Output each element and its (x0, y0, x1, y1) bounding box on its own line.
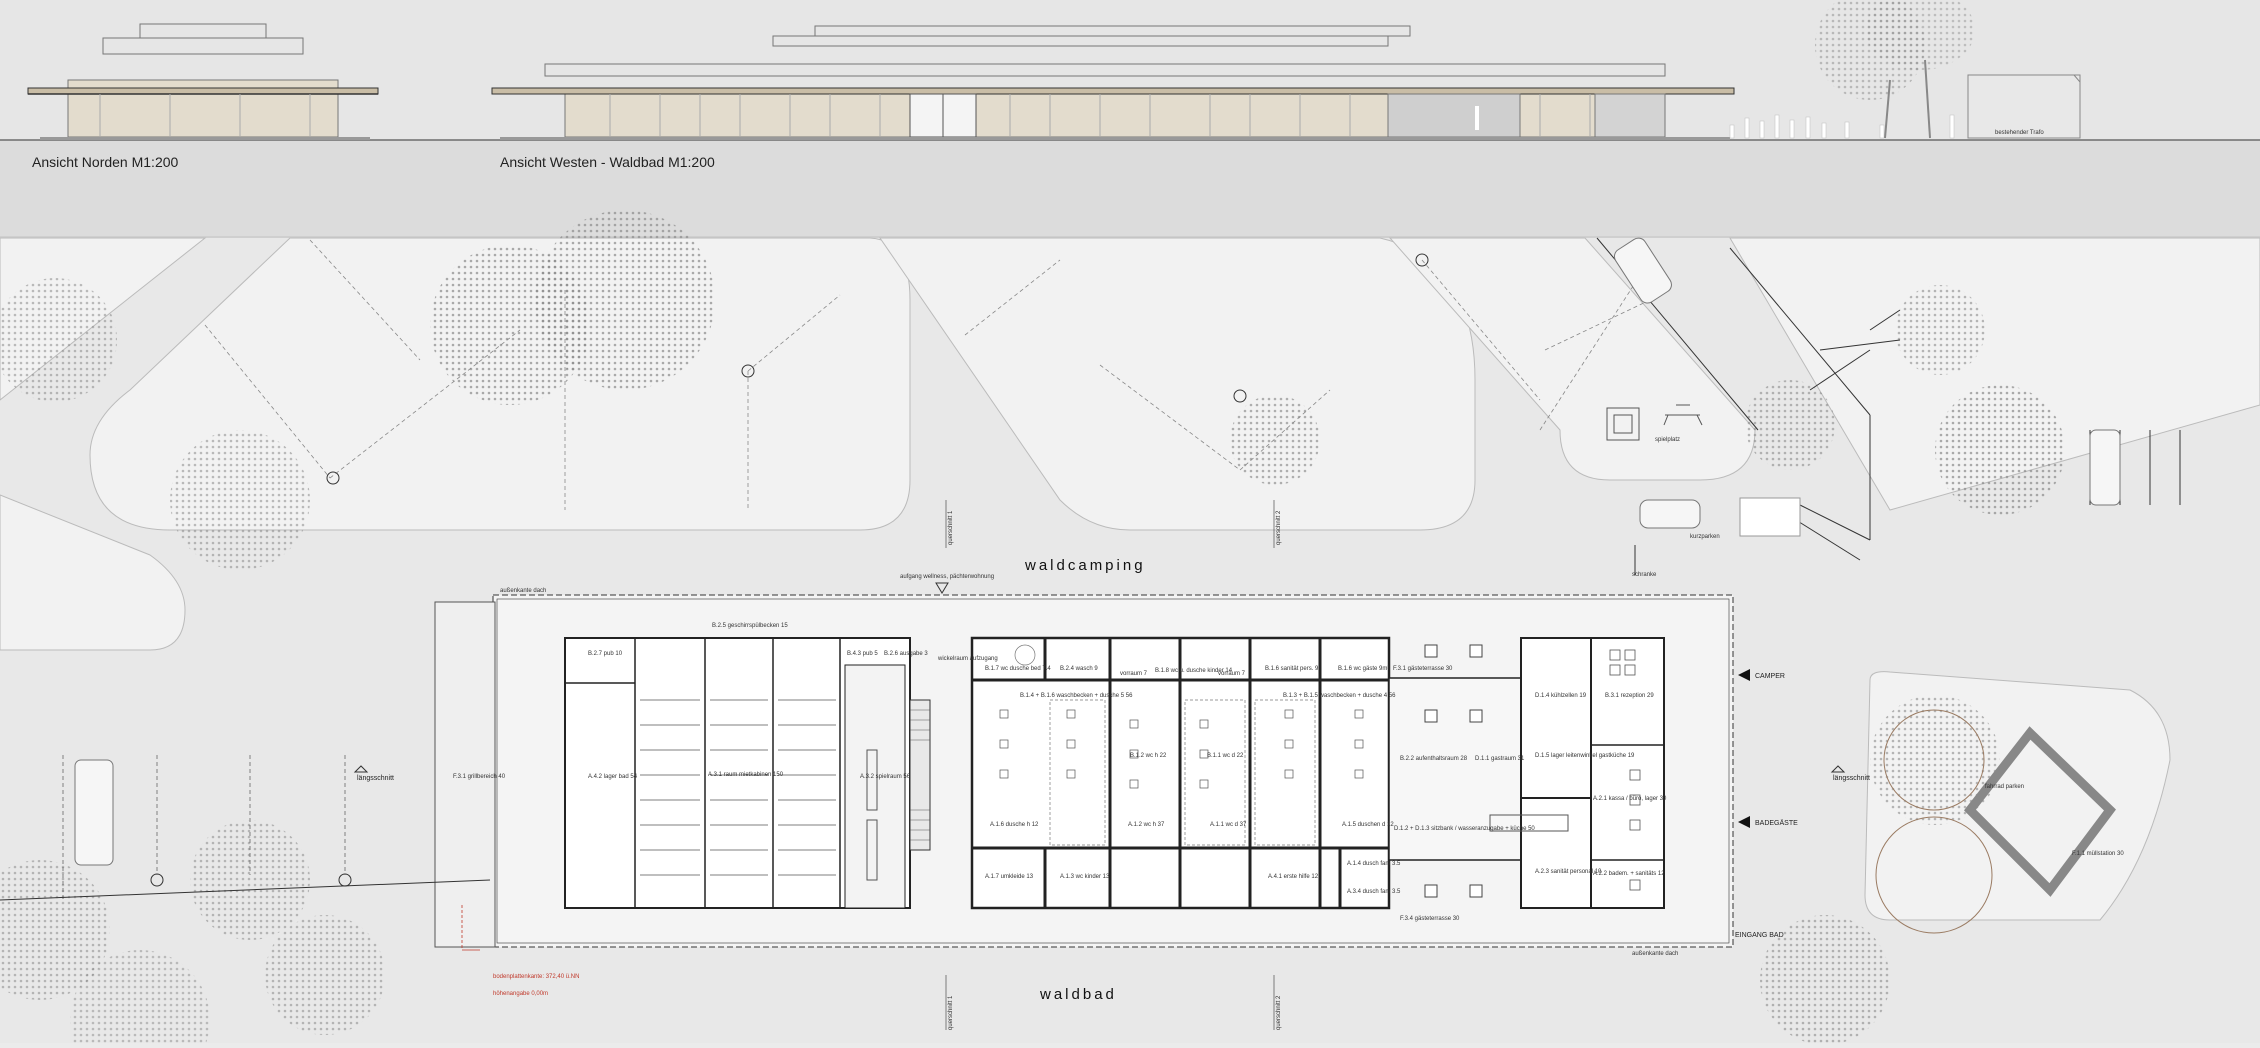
room-a34: A.3.4 dusch fam 3.5 (1347, 889, 1401, 895)
site-plan-sheet: bestehender Trafo Ansicht Norden M1:200 … (0, 0, 2260, 1048)
room-vorraum2: vorraum 7 (1218, 671, 1246, 677)
elevation-strip: bestehender Trafo Ansicht Norden M1:200 … (0, 0, 2260, 238)
room-a14: A.1.4 dusch fam 3.5 (1347, 861, 1401, 867)
room-a21: A.2.1 kassa / büro, lager 30 (1593, 796, 1667, 802)
aussenkante-top-label: außenkante dach (500, 588, 546, 594)
room-a42: A.4.2 lager bad 54 (588, 774, 638, 780)
north-elevation-title: Ansicht Norden M1:200 (32, 154, 179, 170)
room-a22: A.2.2 badem. + sanitäts 12 (1593, 871, 1665, 877)
trafo-label: bestehender Trafo (1995, 130, 2044, 136)
sanitary-block (970, 636, 1391, 910)
room-d15: D.1.5 lager leitenwinkel gastküche 19 (1535, 753, 1635, 759)
room-b22: B.2.2 aufenthaltsraum 28 (1400, 756, 1468, 762)
querschnitt2-top-label: querschnitt 2 (1276, 510, 1282, 545)
room-b43: B.4.3 pub 5 (847, 651, 878, 657)
schranke-label: schranke (1632, 572, 1657, 578)
drawing-canvas: bestehender Trafo Ansicht Norden M1:200 … (0, 0, 2260, 1048)
room-a15: A.1.5 duschen d 12 (1342, 822, 1394, 828)
waste-station-label: F.1.1 müllstation 30 (2072, 851, 2124, 857)
camper-label: CAMPER (1755, 673, 1785, 680)
room-b25: B.2.5 geschirrspülbecken 15 (712, 623, 788, 629)
room-b27: B.2.7 pub 10 (588, 651, 623, 657)
room-a13: A.1.3 wc kinder 13 (1060, 874, 1110, 880)
room-d12: D.1.2 + D.1.3 sitzbank / wasseranzugabe … (1394, 826, 1535, 832)
building-plan: B.2.7 pub 10 B.2.5 geschirrspülbecken 15… (434, 594, 1734, 948)
room-b16: B.1.6 sanität pers. 9 (1265, 666, 1319, 672)
room-a32: A.3.2 spielraum 56 (860, 774, 911, 780)
room-a31: A.3.1 raum mietkabinen 150 (708, 772, 784, 778)
room-b15: B.1.6 wc gäste 9m² (1338, 666, 1389, 672)
room-b14: B.1.4 + B.1.6 waschbecken + dusche 5 56 (1020, 693, 1133, 699)
room-b26: B.2.6 ausgabe 3 (884, 651, 928, 657)
badegaeste-label: BADEGÄSTE (1755, 819, 1798, 827)
spielplatz-label: spielplatz (1655, 437, 1680, 443)
bike-parking-label: fahrrad parken (1985, 784, 2024, 790)
laengsschnitt-right-label: längsschnitt (1833, 775, 1870, 782)
waldbad-label: waldbad (1039, 986, 1117, 1003)
red-note-2: höhenangabe 0,00m (493, 991, 548, 997)
querschnitt1-bottom-label: querschnitt 1 (948, 995, 954, 1030)
laengsschnitt-left-label: längsschnitt (357, 775, 394, 782)
room-a16: A.1.6 dusche h 12 (990, 822, 1039, 828)
room-b12: B.1.2 wc h 22 (1130, 753, 1167, 759)
room-f34: F.3.4 gästeterrasse 30 (1400, 916, 1460, 922)
room-d14: D.1.4 kühlzellen 19 (1535, 693, 1587, 699)
room-d11: D.1.1 gastraum 31 (1475, 756, 1525, 762)
waldcamping-label: waldcamping (1024, 557, 1146, 574)
room-a41: A.4.1 erste hilfe 12 (1268, 874, 1319, 880)
eingang-bad-label: EINGANG BAD (1735, 932, 1784, 939)
room-b31: B.3.1 rezeption 29 (1605, 693, 1654, 699)
trafo-building: bestehender Trafo (1967, 74, 2081, 139)
querschnitt2-bottom-label: querschnitt 2 (1276, 995, 1282, 1030)
room-b13: B.1.3 + B.1.5 waschbecken + dusche 4 56 (1283, 693, 1396, 699)
site-plan: spielplatz kurzparken F.1.1 müllstation … (0, 210, 2260, 1048)
room-b17: B.1.7 wc dusche bed 7.4 (985, 666, 1051, 672)
zugang-label: aufgang wellness, pächterwohnung (900, 574, 994, 580)
room-f31: F.3.1 gästeterrasse 30 (1393, 666, 1453, 672)
room-wickel: wickelraum aufzugang (937, 656, 998, 662)
room-a12: A.1.2 wc h 37 (1128, 822, 1165, 828)
red-note-1: bodenplattenkante: 372,40 ü.NN (493, 974, 579, 980)
room-a17: A.1.7 umkleide 13 (985, 874, 1034, 880)
room-a23: A.2.3 sanität personal 10 (1535, 869, 1602, 875)
room-b24: B.2.4 wasch 9 (1060, 666, 1098, 672)
west-elevation-title: Ansicht Westen - Waldbad M1:200 (500, 154, 715, 170)
querschnitt1-top-label: querschnitt 1 (948, 510, 954, 545)
aussenkante-bottom-label: außenkante dach (1632, 951, 1678, 957)
room-b11: B.1.1 wc d 22 (1207, 753, 1244, 759)
kurzparken-label: kurzparken (1690, 534, 1720, 540)
room-vorraum1: vorraum 7 (1120, 671, 1148, 677)
room-a11: A.1.1 wc d 37 (1210, 822, 1247, 828)
room-f31b: F.3.1 grillbereich 40 (453, 774, 506, 780)
